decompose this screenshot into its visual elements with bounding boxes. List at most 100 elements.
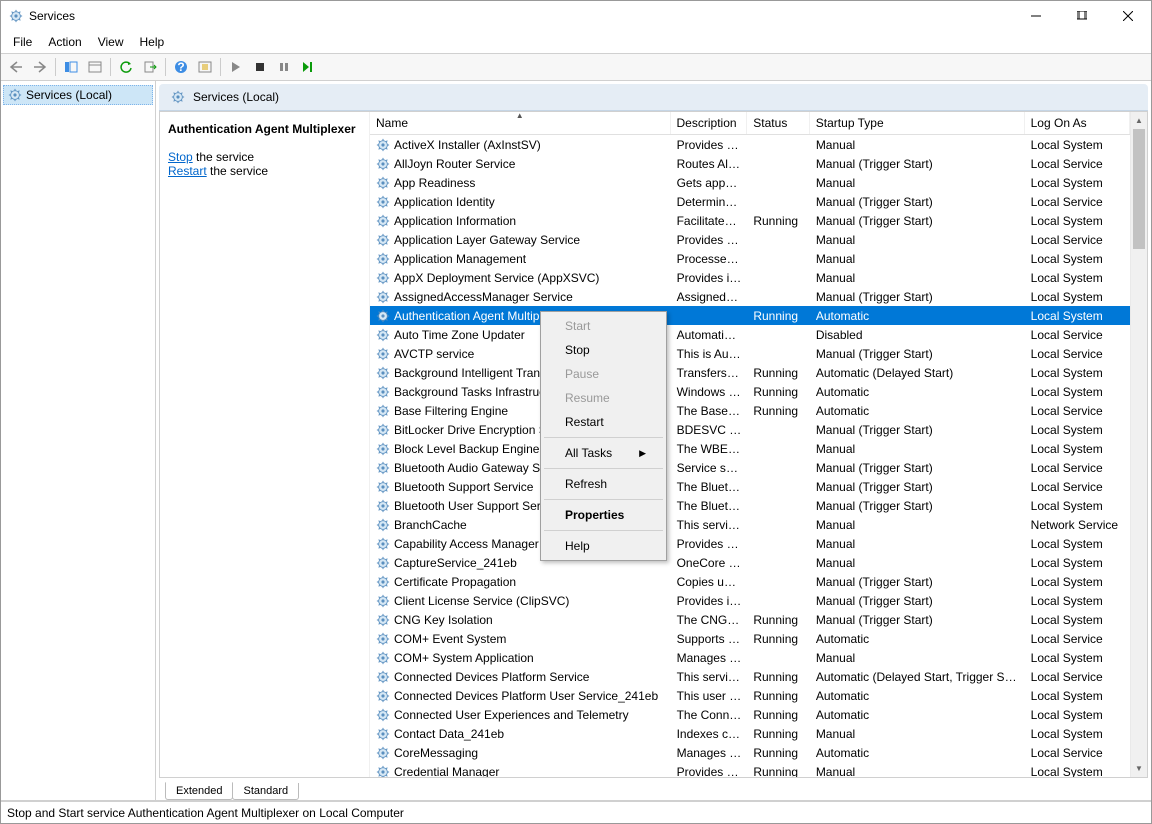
gear-icon xyxy=(376,689,390,703)
service-row[interactable]: Application ManagementProcesses in...Man… xyxy=(370,249,1130,268)
refresh-button[interactable] xyxy=(115,56,137,78)
toolbar: ? xyxy=(1,53,1151,81)
service-row[interactable]: AppX Deployment Service (AppXSVC)Provide… xyxy=(370,268,1130,287)
col-status[interactable]: Status xyxy=(747,112,810,134)
gear-icon xyxy=(376,727,390,741)
gear-icon xyxy=(376,328,390,342)
service-row[interactable]: AVCTP serviceThis is Audi...Manual (Trig… xyxy=(370,344,1130,363)
gear-icon xyxy=(376,708,390,722)
gear-icon xyxy=(376,613,390,627)
menu-view[interactable]: View xyxy=(90,33,132,51)
ctx-resume: Resume xyxy=(543,386,664,410)
service-list[interactable]: ▲Name Description Status Startup Type Lo… xyxy=(370,112,1130,777)
service-row[interactable]: Authentication Agent MultiplexerRunningA… xyxy=(370,306,1130,325)
gear-icon xyxy=(376,252,390,266)
export-list-button[interactable] xyxy=(139,56,161,78)
ctx-pause: Pause xyxy=(543,362,664,386)
service-row[interactable]: Contact Data_241ebIndexes con...RunningM… xyxy=(370,724,1130,743)
gear-icon xyxy=(376,233,390,247)
gear-icon xyxy=(376,138,390,152)
service-row[interactable]: App ReadinessGets apps re...ManualLocal … xyxy=(370,173,1130,192)
gear-icon xyxy=(8,88,22,102)
maximize-button[interactable] xyxy=(1059,1,1105,31)
service-row[interactable]: Bluetooth Support ServiceThe Bluetoo...M… xyxy=(370,477,1130,496)
service-row[interactable]: Auto Time Zone UpdaterAutomatica...Disab… xyxy=(370,325,1130,344)
show-hide-tree-button[interactable] xyxy=(60,56,82,78)
gear-icon xyxy=(376,385,390,399)
ctx-help[interactable]: Help xyxy=(543,534,664,558)
service-row[interactable]: Bluetooth Audio Gateway ServiceService s… xyxy=(370,458,1130,477)
col-desc[interactable]: Description xyxy=(671,112,748,134)
service-row[interactable]: Client License Service (ClipSVC)Provides… xyxy=(370,591,1130,610)
service-row[interactable]: CaptureService_241ebOneCore Ca...ManualL… xyxy=(370,553,1130,572)
gear-icon xyxy=(376,290,390,304)
service-row[interactable]: Bluetooth User Support Service_241ebThe … xyxy=(370,496,1130,515)
scroll-thumb[interactable] xyxy=(1133,129,1145,249)
help-topics-button[interactable] xyxy=(194,56,216,78)
gear-icon xyxy=(376,404,390,418)
minimize-button[interactable] xyxy=(1013,1,1059,31)
start-service-button[interactable] xyxy=(225,56,247,78)
service-row[interactable]: Base Filtering EngineThe Base Fil...Runn… xyxy=(370,401,1130,420)
ctx-properties[interactable]: Properties xyxy=(543,503,664,527)
help-button[interactable]: ? xyxy=(170,56,192,78)
back-button[interactable] xyxy=(5,56,27,78)
gear-icon xyxy=(376,594,390,608)
tab-standard[interactable]: Standard xyxy=(232,783,299,800)
vertical-scrollbar[interactable]: ▲ ▼ xyxy=(1130,112,1147,777)
service-row[interactable]: ActiveX Installer (AxInstSV)Provides Us.… xyxy=(370,135,1130,154)
menu-help[interactable]: Help xyxy=(132,33,173,51)
pause-service-button[interactable] xyxy=(273,56,295,78)
gear-icon xyxy=(376,347,390,361)
properties-button[interactable] xyxy=(84,56,106,78)
ctx-restart[interactable]: Restart xyxy=(543,410,664,434)
col-name[interactable]: ▲Name xyxy=(370,112,671,134)
service-row[interactable]: Certificate PropagationCopies user ...Ma… xyxy=(370,572,1130,591)
service-row[interactable]: Application Layer Gateway ServiceProvide… xyxy=(370,230,1130,249)
service-row[interactable]: Application InformationFacilitates t...R… xyxy=(370,211,1130,230)
col-startup[interactable]: Startup Type xyxy=(810,112,1025,134)
service-row[interactable]: AllJoyn Router ServiceRoutes AllJo...Man… xyxy=(370,154,1130,173)
col-logon[interactable]: Log On As xyxy=(1025,112,1130,134)
service-row[interactable]: COM+ Event SystemSupports Sy...RunningAu… xyxy=(370,629,1130,648)
menu-action[interactable]: Action xyxy=(40,33,89,51)
service-row[interactable]: Background Intelligent Transfer ServiceT… xyxy=(370,363,1130,382)
restart-link[interactable]: Restart xyxy=(168,164,207,178)
service-row[interactable]: Connected Devices Platform User Service_… xyxy=(370,686,1130,705)
scroll-down-button[interactable]: ▼ xyxy=(1131,760,1147,777)
tab-extended[interactable]: Extended xyxy=(165,782,233,800)
tree-pane: Services (Local) xyxy=(1,81,156,800)
gear-icon xyxy=(376,366,390,380)
ctx-refresh[interactable]: Refresh xyxy=(543,472,664,496)
service-row[interactable]: Background Tasks Infrastructure ServiceW… xyxy=(370,382,1130,401)
gear-icon xyxy=(376,214,390,228)
service-row[interactable]: Credential ManagerProvides se...RunningM… xyxy=(370,762,1130,777)
gear-icon xyxy=(376,176,390,190)
gear-icon xyxy=(376,765,390,778)
menu-file[interactable]: File xyxy=(5,33,40,51)
service-row[interactable]: COM+ System ApplicationManages th...Manu… xyxy=(370,648,1130,667)
gear-icon xyxy=(376,651,390,665)
ctx-stop[interactable]: Stop xyxy=(543,338,664,362)
service-row[interactable]: Block Level Backup Engine ServiceThe WBE… xyxy=(370,439,1130,458)
scroll-up-button[interactable]: ▲ xyxy=(1131,112,1147,129)
service-row[interactable]: Connected Devices Platform ServiceThis s… xyxy=(370,667,1130,686)
tree-root[interactable]: Services (Local) xyxy=(3,85,153,105)
service-row[interactable]: BranchCacheThis service ...ManualNetwork… xyxy=(370,515,1130,534)
service-row[interactable]: Application IdentityDetermines ...Manual… xyxy=(370,192,1130,211)
selected-service-name: Authentication Agent Multiplexer xyxy=(168,122,361,136)
service-row[interactable]: CoreMessagingManages co...RunningAutomat… xyxy=(370,743,1130,762)
service-row[interactable]: Connected User Experiences and Telemetry… xyxy=(370,705,1130,724)
service-row[interactable]: BitLocker Drive Encryption ServiceBDESVC… xyxy=(370,420,1130,439)
service-row[interactable]: Capability Access Manager ServiceProvide… xyxy=(370,534,1130,553)
side-panel: Authentication Agent Multiplexer Stop th… xyxy=(160,112,370,777)
gear-icon xyxy=(376,499,390,513)
service-row[interactable]: AssignedAccessManager ServiceAssignedAc.… xyxy=(370,287,1130,306)
forward-button[interactable] xyxy=(29,56,51,78)
stop-service-button[interactable] xyxy=(249,56,271,78)
stop-link[interactable]: Stop xyxy=(168,150,193,164)
service-row[interactable]: CNG Key IsolationThe CNG ke...RunningMan… xyxy=(370,610,1130,629)
ctx-all-tasks[interactable]: All Tasks▶ xyxy=(543,441,664,465)
restart-service-button[interactable] xyxy=(297,56,319,78)
close-button[interactable] xyxy=(1105,1,1151,31)
